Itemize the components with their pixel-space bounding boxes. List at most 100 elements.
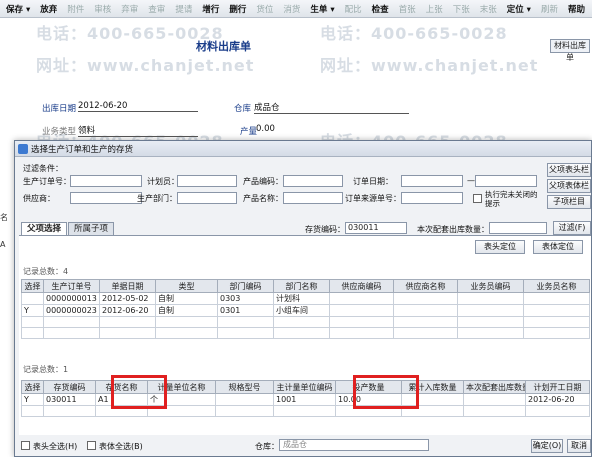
toolbar-button[interactable]: 弃审	[117, 2, 142, 16]
inventory-code-input[interactable]: 030011	[345, 222, 407, 234]
column-header[interactable]: 主计量单位编码	[273, 380, 336, 394]
toolbar-button[interactable]: 末张	[476, 2, 501, 16]
table-cell[interactable]	[457, 304, 524, 317]
table-row[interactable]: 0000000013 2012-05-02 自制 0303 计划科	[21, 292, 590, 305]
table-cell[interactable]: 自制	[155, 304, 218, 317]
product-code-input[interactable]	[283, 175, 343, 187]
column-header[interactable]: 规格型号	[215, 380, 274, 394]
table-cell[interactable]: 计划科	[273, 292, 330, 305]
tab-child-items[interactable]: 所属子项	[68, 222, 115, 236]
select-all-head-checkbox[interactable]	[21, 441, 30, 450]
source-no-input[interactable]	[401, 192, 463, 204]
toolbar-button[interactable]: 生单 ▾	[306, 2, 338, 16]
column-header[interactable]: 存货名称	[95, 380, 148, 394]
planner-input[interactable]	[177, 175, 237, 187]
table-cell[interactable]	[329, 304, 394, 317]
table-cell[interactable]: Y	[21, 304, 44, 317]
parent-head-columns-button[interactable]: 父项表头栏	[547, 163, 591, 177]
column-header[interactable]: 投产数量	[335, 380, 402, 394]
column-header[interactable]: 计量单位名称	[147, 380, 216, 394]
table-cell[interactable]	[401, 393, 464, 406]
table-cell[interactable]	[329, 292, 394, 305]
column-header[interactable]: 本次配套出库数量	[463, 380, 526, 394]
column-header[interactable]: 计划开工日期	[525, 380, 590, 394]
toolbar-button[interactable]: 定位 ▾	[503, 2, 535, 16]
child-columns-button[interactable]: 子项栏目	[547, 195, 591, 209]
toolbar-button[interactable]: 帮助	[564, 2, 589, 16]
match-qty-input[interactable]	[489, 222, 547, 234]
column-header[interactable]: 选择	[21, 279, 44, 293]
toolbar-button[interactable]: 放弃	[36, 2, 61, 16]
column-header[interactable]: 类型	[155, 279, 218, 293]
column-header[interactable]: 累计入库数量	[401, 380, 464, 394]
column-header[interactable]: 供应商编码	[329, 279, 394, 293]
product-name-input[interactable]	[283, 192, 343, 204]
toolbar-button[interactable]: 首张	[395, 2, 420, 16]
table-cell[interactable]: 10.00	[335, 393, 402, 406]
table-cell[interactable]: 0301	[217, 304, 274, 317]
column-header[interactable]: 生产订单号	[43, 279, 100, 293]
select-all-body-checkbox[interactable]	[87, 441, 96, 450]
toolbar-button[interactable]: 上张	[422, 2, 447, 16]
locate-head-button[interactable]: 表头定位	[475, 240, 525, 254]
table-cell[interactable]	[457, 292, 524, 305]
column-header[interactable]: 单据日期	[99, 279, 156, 293]
toolbar-button[interactable]: 刷新	[537, 2, 562, 16]
date-field[interactable]: 2012-06-20	[78, 101, 198, 112]
table-cell[interactable]: Y	[21, 393, 44, 406]
quantity-field[interactable]: 0.00	[256, 124, 316, 134]
dialog-warehouse-field[interactable]: 成品仓	[279, 439, 429, 451]
order-no-input[interactable]	[70, 175, 142, 187]
table-row[interactable]: Y 0000000023 2012-06-20 自制 0301 小组车间	[21, 304, 590, 317]
table-cell[interactable]	[393, 292, 458, 305]
column-header[interactable]: 供应商名称	[393, 279, 458, 293]
table-cell[interactable]: 1001	[273, 393, 336, 406]
column-header[interactable]: 部门编码	[217, 279, 274, 293]
table-cell[interactable]: 0000000023	[43, 304, 100, 317]
toolbar-button[interactable]: 检查	[368, 2, 393, 16]
order-date-from-input[interactable]	[401, 175, 463, 187]
table-cell[interactable]: 2012-05-02	[99, 292, 156, 305]
toolbar-button[interactable]: 增行	[198, 2, 223, 16]
toolbar-button[interactable]: 消货	[279, 2, 304, 16]
table-cell[interactable]	[523, 304, 590, 317]
toolbar-button[interactable]: 下张	[449, 2, 474, 16]
column-header[interactable]: 存货编码	[43, 380, 96, 394]
table-cell[interactable]: 0000000013	[43, 292, 100, 305]
toolbar-button[interactable]: 附件	[63, 2, 88, 16]
filter-button[interactable]: 过滤(F)	[553, 221, 591, 235]
toolbar-button[interactable]: 删行	[225, 2, 250, 16]
toolbar-button[interactable]: 审核	[90, 2, 115, 16]
column-header[interactable]: 业务员编码	[457, 279, 524, 293]
toolbar-button[interactable]: 提请	[171, 2, 196, 16]
supplier-input[interactable]	[70, 192, 142, 204]
table-cell[interactable]: 小组车间	[273, 304, 330, 317]
biz-type-field[interactable]: 领料	[78, 124, 198, 137]
table-cell[interactable]	[215, 393, 274, 406]
table-cell[interactable]: 2012-06-20	[99, 304, 156, 317]
document-type-button[interactable]: 材料出库单	[550, 39, 590, 62]
table-cell[interactable]: 个	[147, 393, 216, 406]
toolbar-button[interactable]: 保存 ▾	[2, 2, 34, 16]
toolbar-button[interactable]: 配比	[341, 2, 366, 16]
locate-body-button[interactable]: 表体定位	[533, 240, 583, 254]
column-header[interactable]: 部门名称	[273, 279, 330, 293]
table-row[interactable]: Y 030011 A1 个 1001 10.00 2012-06-20	[21, 393, 590, 406]
table-cell[interactable]	[523, 292, 590, 305]
table-cell[interactable]	[21, 292, 44, 305]
exec-done-checkbox[interactable]	[473, 194, 482, 203]
dept-input[interactable]	[177, 192, 237, 204]
toolbar-button[interactable]: 货位	[252, 2, 277, 16]
table-cell[interactable]	[463, 393, 526, 406]
column-header[interactable]: 选择	[21, 380, 44, 394]
table-cell[interactable]: 2012-06-20	[525, 393, 590, 406]
order-date-to-input[interactable]	[475, 175, 537, 187]
toolbar-button[interactable]: 查审	[144, 2, 169, 16]
column-header[interactable]: 业务员名称	[523, 279, 590, 293]
ok-button[interactable]: 确定(O)	[531, 439, 563, 453]
table-cell[interactable]	[393, 304, 458, 317]
table-cell[interactable]: A1	[95, 393, 148, 406]
table-cell[interactable]: 030011	[43, 393, 96, 406]
cancel-button[interactable]: 取消	[567, 439, 591, 453]
table-cell[interactable]: 0303	[217, 292, 274, 305]
